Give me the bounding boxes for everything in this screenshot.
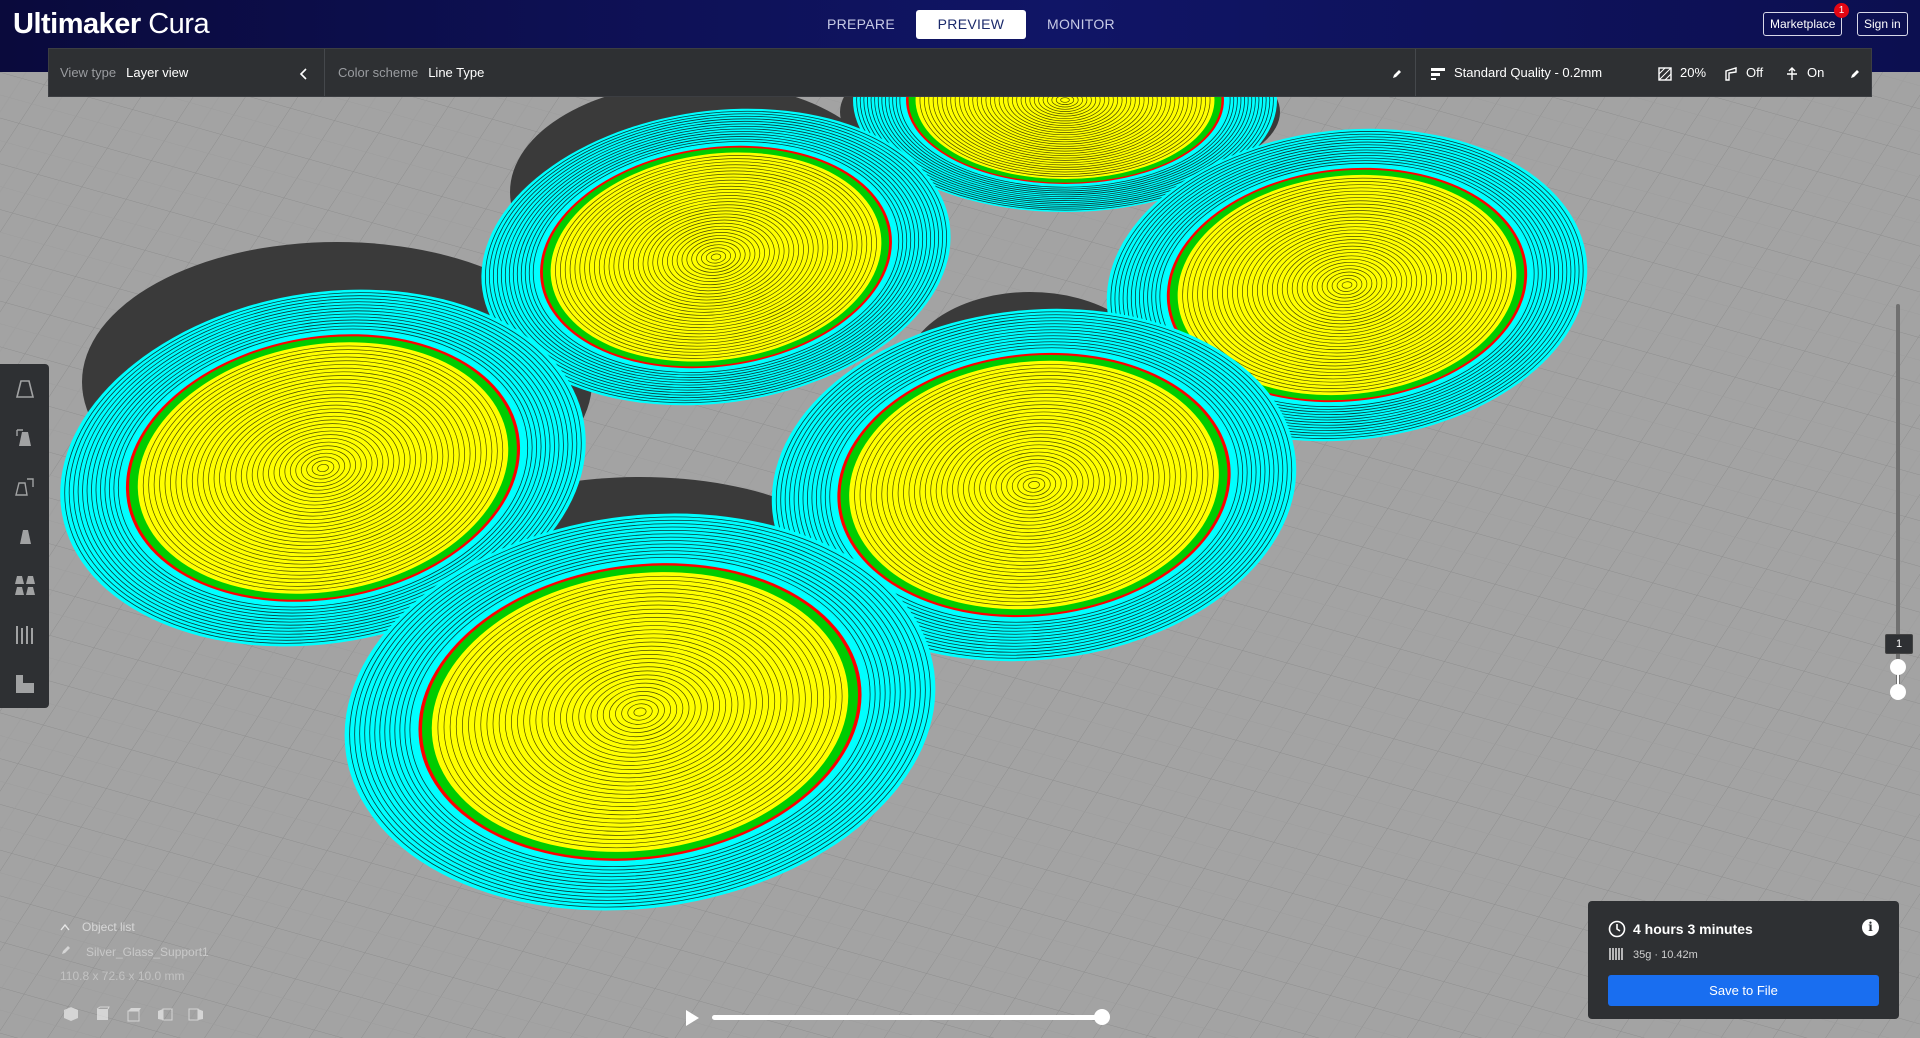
simulation-slider-track[interactable]: [712, 1015, 1102, 1020]
print-time: 4 hours 3 minutes: [1633, 921, 1753, 937]
3d-viewport[interactable]: [0, 72, 1920, 1038]
view-type-value: Layer view: [126, 65, 189, 80]
view-settings-bar: View type Layer view Color scheme Line Typ…: [48, 48, 1872, 97]
stage-tabs: PREPARE PREVIEW MONITOR: [806, 10, 1136, 39]
material-usage: 35g · 10.42m: [1633, 949, 1698, 961]
quality-icon: [1431, 67, 1445, 80]
object-name-row[interactable]: Silver_Glass_Support1: [60, 944, 209, 959]
divider: [324, 49, 325, 96]
layer-lower-handle[interactable]: [1890, 684, 1906, 700]
move-tool-icon[interactable]: [0, 364, 49, 413]
layer-icon[interactable]: [0, 658, 49, 707]
infill-icon: [1658, 66, 1672, 81]
color-scheme-selector[interactable]: Color scheme Line Type: [338, 49, 484, 96]
infill-indicator[interactable]: 20%: [1658, 49, 1706, 96]
object-list-toggle[interactable]: Object list: [60, 920, 135, 934]
mirror-tool-icon[interactable]: [0, 511, 49, 560]
support-icon: [1725, 66, 1737, 81]
3d-view-icon[interactable]: [63, 1006, 79, 1022]
build-plate-render: [0, 72, 1920, 1038]
tab-prepare[interactable]: PREPARE: [806, 10, 916, 39]
play-simulation-button[interactable]: [684, 1009, 700, 1032]
scale-tool-icon[interactable]: [0, 413, 49, 462]
adhesion-value: On: [1807, 65, 1825, 80]
tab-monitor[interactable]: MONITOR: [1026, 10, 1136, 39]
color-scheme-label: Color scheme: [338, 65, 419, 80]
print-setup-selector[interactable]: Standard Quality - 0.2mm: [1430, 49, 1602, 96]
sign-in-button[interactable]: Sign in: [1857, 12, 1908, 36]
object-name: Silver_Glass_Support1: [86, 945, 209, 959]
object-list-header: Object list: [82, 920, 135, 934]
top-view-icon[interactable]: [126, 1006, 142, 1022]
right-view-icon[interactable]: [188, 1006, 204, 1022]
notification-badge: 1: [1834, 3, 1849, 18]
left-view-icon[interactable]: [157, 1006, 173, 1022]
save-to-file-button[interactable]: Save to File: [1608, 975, 1879, 1006]
view-type-selector[interactable]: View type Layer view: [60, 49, 188, 96]
tab-preview[interactable]: PREVIEW: [916, 10, 1026, 39]
support-indicator[interactable]: Off: [1724, 49, 1763, 96]
support-blocker-icon[interactable]: [0, 609, 49, 658]
object-dimensions: 110.8 x 72.6 x 10.0 mm: [60, 969, 185, 983]
tool-panel: [0, 364, 49, 708]
layer-number-label: 1: [1885, 634, 1913, 654]
app-logo: Ultimaker Cura: [13, 8, 210, 40]
adhesion-icon: [1787, 66, 1797, 80]
rotate-tool-icon[interactable]: [0, 462, 49, 511]
chevron-up-icon: [60, 923, 70, 931]
play-icon: [686, 1010, 699, 1026]
quality-value: Standard Quality - 0.2mm: [1454, 65, 1603, 80]
camera-view-buttons: [63, 1006, 204, 1025]
print-info-panel: 4 hours 3 minutes i 35g · 10.42m Save to…: [1588, 901, 1899, 1019]
view-type-label: View type: [60, 65, 117, 80]
chevron-left-icon[interactable]: [299, 49, 309, 96]
layer-upper-handle[interactable]: [1890, 659, 1906, 675]
per-model-settings-icon[interactable]: [0, 560, 49, 609]
color-scheme-value: Line Type: [428, 65, 485, 80]
pencil-icon[interactable]: [1849, 49, 1861, 96]
divider: [1415, 49, 1416, 96]
clock-icon: [1608, 920, 1626, 938]
pencil-icon[interactable]: [1391, 49, 1403, 96]
adhesion-indicator[interactable]: On: [1785, 49, 1824, 96]
infill-value: 20%: [1680, 65, 1707, 80]
support-value: Off: [1746, 65, 1764, 80]
simulation-slider-handle[interactable]: [1094, 1009, 1110, 1025]
filament-icon: [1609, 948, 1623, 960]
front-view-icon[interactable]: [94, 1006, 111, 1022]
pencil-icon: [62, 946, 70, 954]
info-icon[interactable]: i: [1862, 919, 1879, 936]
marketplace-button[interactable]: Marketplace: [1763, 12, 1843, 36]
